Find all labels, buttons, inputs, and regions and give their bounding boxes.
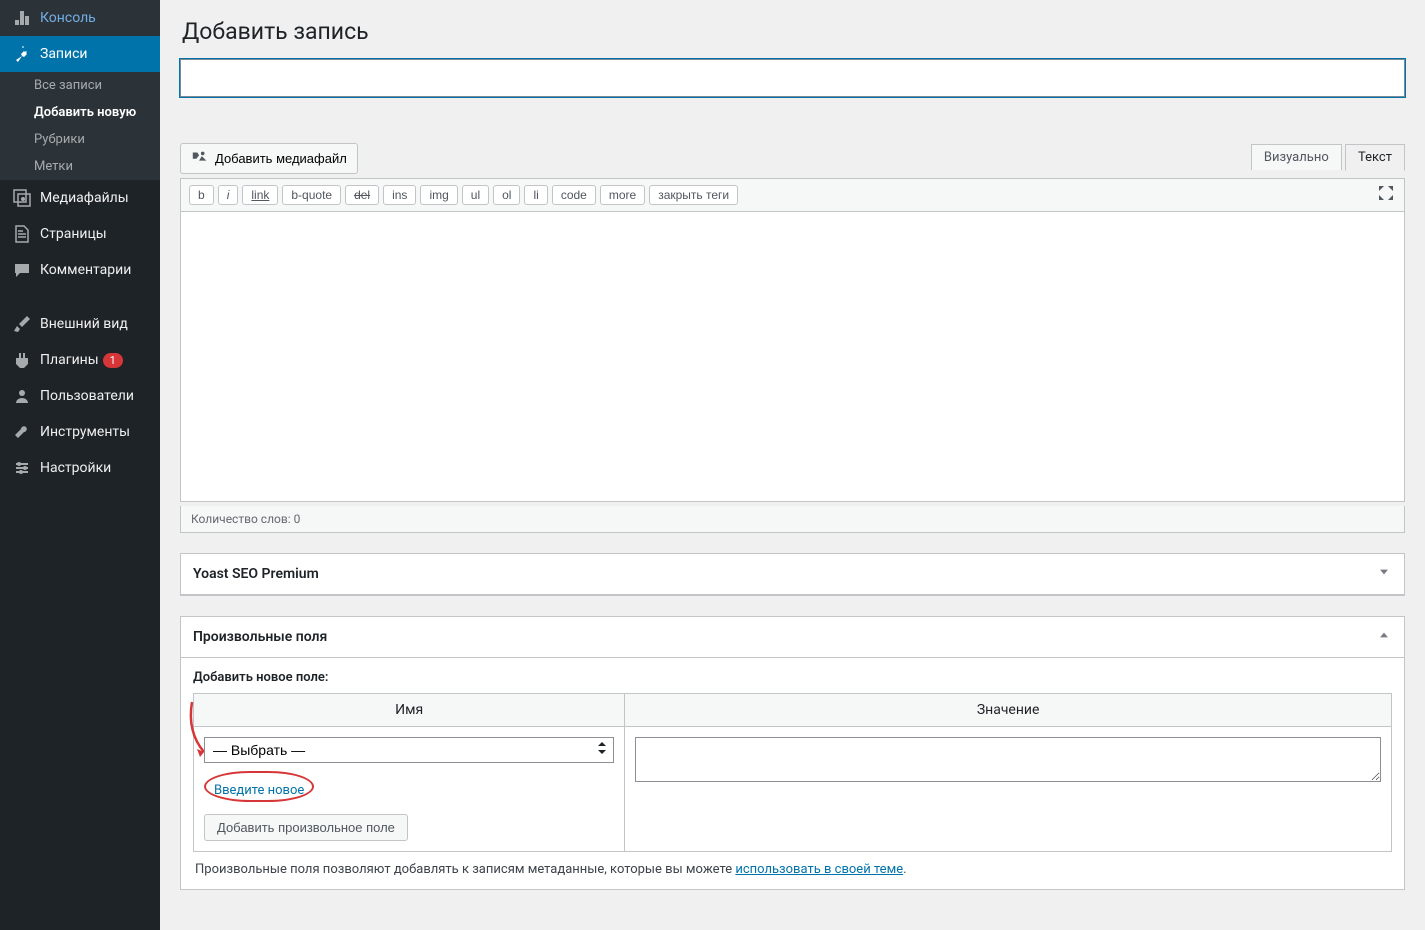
- sidebar-label: Пользователи: [40, 388, 134, 404]
- editor-tabs: Визуально Текст: [1251, 143, 1405, 170]
- sidebar-label: Медиафайлы: [40, 190, 129, 206]
- cf-value-textarea[interactable]: [635, 737, 1381, 782]
- tb-bold[interactable]: b: [189, 185, 214, 205]
- plugin-icon: [12, 350, 32, 370]
- submenu-all-posts[interactable]: Все записи: [0, 72, 160, 99]
- sidebar-item-plugins[interactable]: Плагины 1: [0, 342, 160, 378]
- tb-close-tags[interactable]: закрыть теги: [649, 185, 738, 205]
- media-icon: [12, 188, 32, 208]
- page-title: Добавить запись: [180, 0, 1405, 59]
- metabox-custom-fields: Произвольные поля Добавить новое поле: И…: [180, 616, 1405, 890]
- plugin-update-badge: 1: [103, 353, 123, 368]
- tb-bquote[interactable]: b-quote: [282, 185, 341, 205]
- metabox-yoast-title: Yoast SEO Premium: [193, 566, 319, 582]
- tb-ol[interactable]: ol: [493, 185, 520, 205]
- settings-icon: [12, 458, 32, 478]
- add-field-label: Добавить новое поле:: [193, 670, 1392, 685]
- cf-description: Произвольные поля позволяют добавлять к …: [193, 852, 1392, 877]
- add-media-label: Добавить медиафайл: [215, 151, 347, 166]
- custom-fields-table: Имя Значение — Выбрать —: [193, 693, 1392, 852]
- sidebar-item-users[interactable]: Пользователи: [0, 378, 160, 414]
- tb-link[interactable]: link: [242, 185, 278, 205]
- media-add-icon: [191, 148, 209, 169]
- sidebar-label: Инструменты: [40, 424, 130, 440]
- sidebar-label: Настройки: [40, 460, 111, 476]
- tb-ins[interactable]: ins: [383, 185, 416, 205]
- th-value: Значение: [625, 694, 1392, 727]
- sidebar-item-media[interactable]: Медиафайлы: [0, 180, 160, 216]
- th-name: Имя: [194, 694, 625, 727]
- metabox-yoast: Yoast SEO Premium: [180, 553, 1405, 596]
- sidebar-label: Записи: [40, 46, 88, 62]
- tb-del[interactable]: del: [345, 185, 379, 205]
- metabox-yoast-header[interactable]: Yoast SEO Premium: [181, 554, 1404, 595]
- sidebar-item-tools[interactable]: Инструменты: [0, 414, 160, 450]
- sidebar-item-dashboard[interactable]: Консоль: [0, 0, 160, 36]
- cf-theme-link[interactable]: использовать в своей теме: [735, 862, 903, 877]
- add-media-button[interactable]: Добавить медиафайл: [180, 143, 358, 174]
- sidebar-label: Консоль: [40, 10, 96, 26]
- sidebar-item-comments[interactable]: Комментарии: [0, 252, 160, 288]
- metabox-cf-title: Произвольные поля: [193, 629, 327, 645]
- dashboard-icon: [12, 8, 32, 28]
- sidebar-item-settings[interactable]: Настройки: [0, 450, 160, 486]
- submenu-add-new[interactable]: Добавить новую: [0, 99, 160, 126]
- pin-icon: [12, 44, 32, 64]
- tb-code[interactable]: code: [552, 185, 596, 205]
- editor-toolbar: b i link b-quote del ins img ul ol li co…: [180, 178, 1405, 212]
- sidebar-label: Страницы: [40, 226, 107, 242]
- sidebar-label: Комментарии: [40, 262, 131, 278]
- comment-icon: [12, 260, 32, 280]
- admin-sidebar: Консоль Записи Все записи Добавить новую…: [0, 0, 160, 930]
- sidebar-label: Плагины: [40, 352, 99, 368]
- tb-italic[interactable]: i: [218, 185, 239, 205]
- tools-icon: [12, 422, 32, 442]
- submenu-tags[interactable]: Метки: [0, 153, 160, 180]
- word-count: Количество слов: 0: [180, 506, 1405, 533]
- submenu-categories[interactable]: Рубрики: [0, 126, 160, 153]
- sidebar-submenu: Все записи Добавить новую Рубрики Метки: [0, 72, 160, 180]
- tb-img[interactable]: img: [420, 185, 457, 205]
- sidebar-item-pages[interactable]: Страницы: [0, 216, 160, 252]
- cf-name-select[interactable]: — Выбрать —: [204, 737, 614, 763]
- post-content-textarea[interactable]: [180, 212, 1405, 502]
- fullscreen-icon[interactable]: [1376, 183, 1396, 207]
- annotation-circle: Введите новое: [204, 771, 314, 802]
- enter-new-link[interactable]: Введите новое: [214, 783, 304, 798]
- metabox-cf-header[interactable]: Произвольные поля: [181, 617, 1404, 658]
- post-title-input[interactable]: [180, 59, 1405, 97]
- sidebar-label: Внешний вид: [40, 316, 128, 332]
- users-icon: [12, 386, 32, 406]
- main-content: Добавить запись Добавить медиафайл Визуа…: [160, 0, 1425, 930]
- chevron-up-icon: [1376, 627, 1392, 647]
- brush-icon: [12, 314, 32, 334]
- tb-more[interactable]: more: [600, 185, 645, 205]
- page-icon: [12, 224, 32, 244]
- sidebar-item-appearance[interactable]: Внешний вид: [0, 306, 160, 342]
- tab-text[interactable]: Текст: [1345, 144, 1405, 171]
- chevron-down-icon: [1376, 564, 1392, 584]
- sidebar-item-posts[interactable]: Записи: [0, 36, 160, 72]
- add-custom-field-button[interactable]: Добавить произвольное поле: [204, 814, 408, 841]
- tb-ul[interactable]: ul: [462, 185, 489, 205]
- tab-visual[interactable]: Визуально: [1251, 144, 1342, 170]
- tb-li[interactable]: li: [524, 185, 547, 205]
